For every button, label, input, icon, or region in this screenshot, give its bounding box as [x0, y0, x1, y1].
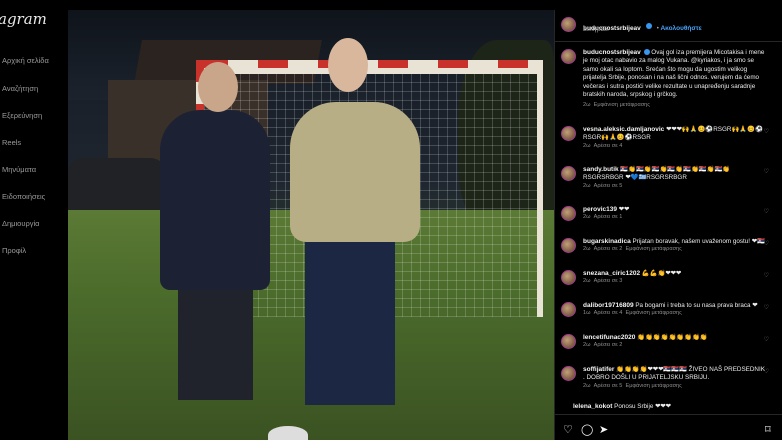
post-header: buducnostsrbijeav • Ακολουθήστε Βελιγράδ…: [555, 10, 782, 42]
post-location[interactable]: Βελιγράδι: [583, 27, 609, 33]
translate-link[interactable]: Εμφάνιση μετάφρασης: [625, 310, 681, 316]
comment-username[interactable]: bugarskinadica: [583, 238, 631, 245]
comment-time: 2ω: [583, 142, 591, 149]
comment-username[interactable]: lencetifunac2020: [583, 334, 635, 341]
comment-username[interactable]: perovic139: [583, 206, 617, 213]
nav-item-home[interactable]: Αρχική σελίδα: [2, 56, 49, 65]
comment-time: 2ω: [583, 382, 591, 389]
comment-likes[interactable]: Αρέσει σε 5: [594, 383, 623, 389]
comment-username[interactable]: soffijatifer: [583, 366, 614, 373]
comment-username[interactable]: vesna.aleksic.damljanovic: [583, 126, 664, 133]
comment-text: ❤❤: [618, 206, 630, 213]
comment-likes[interactable]: Αρέσει σε 4: [594, 143, 623, 149]
comment-username[interactable]: snezana_ciric1202: [583, 270, 640, 277]
translate-link[interactable]: Εμφάνιση μετάφρασης: [625, 383, 681, 389]
post-side-panel: buducnostsrbijeav • Ακολουθήστε Βελιγράδ…: [554, 10, 782, 440]
person-right: [290, 102, 420, 242]
comment-text: Pa bogami i treba to su nasa prava braca…: [635, 302, 758, 309]
heart-icon[interactable]: ♡: [764, 128, 769, 135]
nav-item-explore[interactable]: Εξερεύνηση: [2, 111, 42, 120]
nav-item-create[interactable]: Δημιουργία: [2, 219, 39, 228]
translate-link[interactable]: Εμφάνιση μετάφρασης: [594, 102, 650, 108]
comment-time: 1ω: [583, 310, 591, 317]
person-left-head: [198, 62, 238, 112]
football: [268, 426, 308, 440]
verified-icon: [646, 22, 653, 29]
person-right-head: [328, 38, 368, 92]
heart-icon[interactable]: ♡: [764, 272, 769, 279]
verified-icon: [643, 49, 650, 56]
heart-icon[interactable]: ♡: [764, 168, 769, 175]
avatar[interactable]: [561, 17, 576, 32]
nav-item-search[interactable]: Αναζήτηση: [2, 84, 38, 93]
translate-link[interactable]: Εμφάνιση μετάφρασης: [625, 246, 681, 252]
comment-likes[interactable]: Αρέσει σε 4: [594, 310, 623, 316]
nav-item-notifications[interactable]: Ειδοποιήσεις: [2, 192, 45, 201]
bookmark-icon[interactable]: ⌑: [765, 423, 771, 436]
comment-time: 2ω: [583, 246, 591, 253]
comment-likes[interactable]: Αρέσει σε 3: [594, 278, 623, 284]
nav-item-profile[interactable]: Προφίλ: [2, 246, 26, 255]
caption-time: 2ω: [583, 102, 591, 109]
comment-icon[interactable]: ◯: [581, 423, 593, 436]
comment-time: 2ω: [583, 182, 591, 189]
nav-item-reels[interactable]: Reels: [2, 138, 21, 147]
avatar[interactable]: [561, 166, 576, 181]
comment-text: Prijatan boravak, našem uvaženom gostu! …: [632, 238, 765, 245]
comment-likes[interactable]: Αρέσει σε 2: [594, 342, 623, 348]
person-left: [160, 110, 270, 290]
heart-icon[interactable]: ♡: [764, 240, 769, 247]
comment-time: 2ω: [583, 278, 591, 285]
avatar[interactable]: [561, 334, 576, 349]
comment-text: 👏👏👏👏👏👏👏👏👏: [637, 334, 708, 341]
comment-time: 2ω: [583, 342, 591, 349]
avatar[interactable]: [561, 366, 576, 381]
comment-text: 💪💪👏❤❤❤: [641, 270, 682, 277]
caption-username[interactable]: buducnostsrbijeav: [583, 49, 641, 56]
comment-username[interactable]: sandy.butik: [583, 166, 619, 173]
heart-icon[interactable]: ♡: [764, 336, 769, 343]
comment-likes[interactable]: Αρέσει σε 2: [594, 246, 623, 252]
post-actions: ♡ ◯ ➤ ⌑: [555, 414, 782, 440]
share-icon[interactable]: ➤: [599, 423, 608, 436]
comment-likes[interactable]: Αρέσει σε 1: [594, 214, 623, 220]
avatar[interactable]: [561, 270, 576, 285]
person-right-legs: [305, 235, 395, 405]
comment-time: 2ω: [583, 214, 591, 221]
follow-button[interactable]: Ακολουθήστε: [660, 25, 701, 32]
heart-icon[interactable]: ♡: [764, 208, 769, 215]
post-photo[interactable]: [68, 10, 554, 440]
left-nav: agram Αρχική σελίδα Αναζήτηση Εξερεύνηση…: [0, 0, 68, 440]
instagram-logo[interactable]: agram: [0, 10, 47, 28]
person-left-legs: [178, 280, 253, 400]
nav-item-messages[interactable]: Μηνύματα: [2, 165, 36, 174]
avatar[interactable]: [561, 49, 576, 64]
avatar[interactable]: [561, 238, 576, 253]
comment-text: Ponosu Srbije ❤❤❤: [614, 403, 671, 410]
goal-crossbar: [198, 60, 543, 68]
car: [68, 158, 168, 218]
heart-icon[interactable]: ♡: [563, 423, 573, 436]
comment-likes[interactable]: Αρέσει σε 5: [594, 183, 623, 189]
avatar[interactable]: [561, 302, 576, 317]
heart-icon[interactable]: ♡: [764, 304, 769, 311]
caption-text: Ovaj gol iza premijera Micotakisa i mene…: [583, 49, 765, 99]
comment-username[interactable]: lelena_kokot: [573, 403, 612, 410]
heart-icon[interactable]: ♡: [764, 368, 769, 375]
avatar[interactable]: [561, 126, 576, 141]
comment-username[interactable]: dalibor19716809: [583, 302, 634, 309]
avatar[interactable]: [561, 206, 576, 221]
